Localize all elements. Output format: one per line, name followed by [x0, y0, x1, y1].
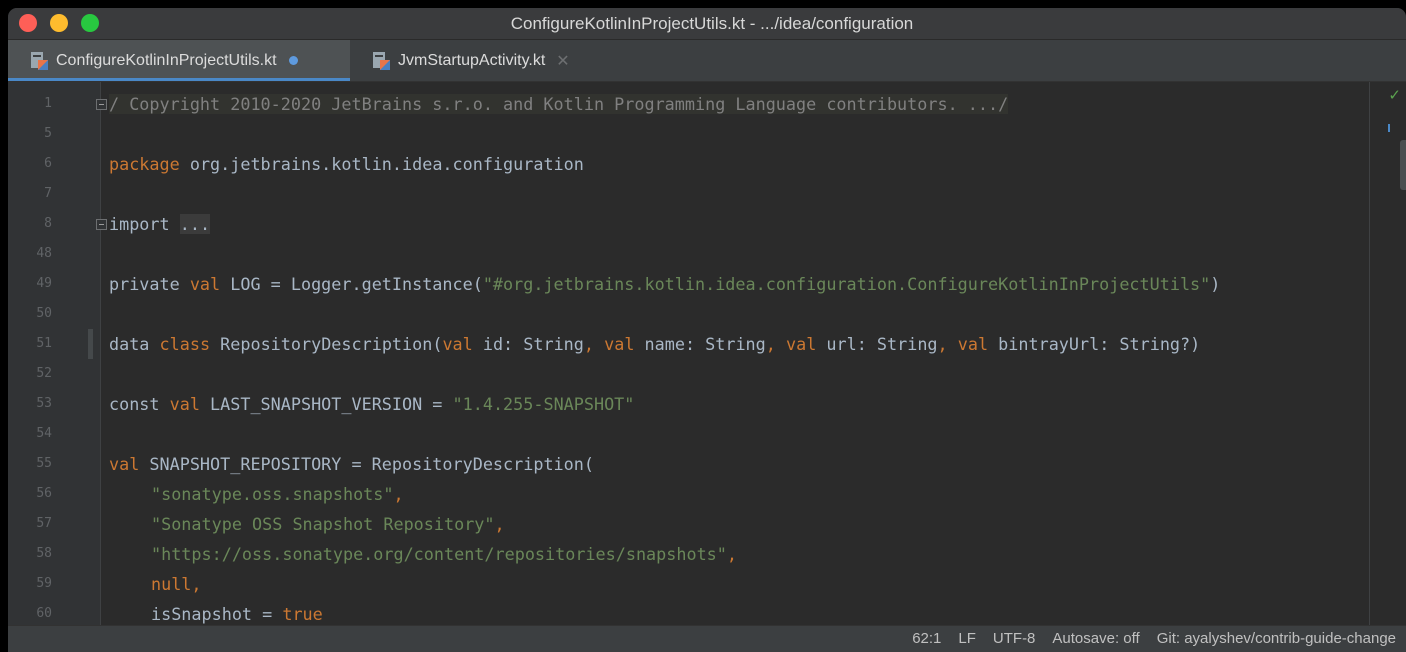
- code-line-58: "https://oss.sonatype.org/content/reposi…: [151, 539, 737, 569]
- line-number: 51: [36, 336, 52, 351]
- line-separator[interactable]: LF: [958, 630, 976, 647]
- code-text: data: [109, 334, 160, 354]
- editor-scrollbar[interactable]: ✓: [1369, 82, 1406, 625]
- code-line-57: "Sonatype OSS Snapshot Repository",: [151, 509, 505, 539]
- line-number: 5: [44, 126, 52, 141]
- keyword: package: [109, 154, 180, 174]
- code-text: org.jetbrains.kotlin.idea.configuration: [179, 154, 584, 174]
- keyword: val: [785, 334, 817, 354]
- code-area[interactable]: / Copyright 2010-2020 JetBrains s.r.o. a…: [109, 82, 1366, 625]
- comma: ,: [937, 334, 958, 354]
- line-number: 48: [36, 246, 52, 261]
- string-literal: "1.4.255-SNAPSHOT": [452, 394, 635, 414]
- keyword: true: [282, 604, 323, 624]
- code-line-59: null,: [151, 569, 202, 599]
- keyword: class: [159, 334, 211, 354]
- string-literal: "sonatype.oss.snapshots": [151, 484, 394, 504]
- code-line-49: private val LOG = Logger.getInstance("#o…: [109, 269, 1220, 299]
- keyword: val: [442, 334, 473, 354]
- line-number: 8: [44, 216, 52, 231]
- kotlin-file-icon: [31, 51, 48, 70]
- line-number: 57: [36, 516, 52, 531]
- line-number: 54: [36, 426, 52, 441]
- fold-toggle-icon[interactable]: [96, 99, 107, 110]
- change-marker[interactable]: [88, 329, 93, 359]
- ide-window: ConfigureKotlinInProjectUtils.kt - .../i…: [8, 8, 1406, 652]
- keyword: null: [151, 574, 192, 594]
- code-line-53: const val LAST_SNAPSHOT_VERSION = "1.4.2…: [109, 389, 634, 419]
- folded-imports[interactable]: ...: [179, 214, 211, 234]
- code-line-51: data class RepositoryDescription(val id:…: [109, 329, 1200, 359]
- line-number: 7: [44, 186, 52, 201]
- window-title: ConfigureKotlinInProjectUtils.kt - .../i…: [510, 14, 914, 33]
- file-encoding[interactable]: UTF-8: [993, 630, 1036, 647]
- keyword: val: [109, 454, 140, 474]
- comma: ,: [494, 514, 505, 534]
- close-tab-icon[interactable]: ✕: [556, 51, 569, 71]
- keyword: import: [109, 214, 170, 234]
- string-literal: "#org.jetbrains.kotlin.idea.configuratio…: [482, 274, 1211, 294]
- comma: ,: [765, 334, 786, 354]
- line-number: 1: [44, 96, 52, 111]
- line-number: 55: [36, 456, 52, 471]
- code-text: url: String: [816, 334, 938, 354]
- title-bar: ConfigureKotlinInProjectUtils.kt - .../i…: [8, 8, 1406, 40]
- code-text: id: String: [472, 334, 584, 354]
- code-line-1: / Copyright 2010-2020 JetBrains s.r.o. a…: [109, 89, 1009, 119]
- code-text: name: String: [634, 334, 766, 354]
- code-line-8: import ...: [109, 209, 211, 239]
- code-text: SNAPSHOT_REPOSITORY = RepositoryDescript…: [139, 454, 594, 474]
- tab-label: JvmStartupActivity.kt: [398, 51, 546, 69]
- code-text: isSnapshot =: [151, 604, 283, 624]
- inspection-ok-icon[interactable]: ✓: [1388, 86, 1401, 104]
- fold-toggle-icon[interactable]: [96, 219, 107, 230]
- string-literal: "https://oss.sonatype.org/content/reposi…: [151, 544, 727, 564]
- tab-jvmstartupactivity[interactable]: JvmStartupActivity.kt ✕: [360, 40, 600, 81]
- caret-position[interactable]: 62:1: [912, 630, 941, 647]
- line-number: 6: [44, 156, 52, 171]
- code-text: LOG = Logger.getInstance(: [220, 274, 483, 294]
- status-bar: 62:1 LF UTF-8 Autosave: off Git: ayalysh…: [8, 625, 1406, 652]
- line-number: 56: [36, 486, 52, 501]
- comma: ,: [191, 574, 202, 594]
- code-text: const: [109, 394, 170, 414]
- autosave-status[interactable]: Autosave: off: [1052, 630, 1139, 647]
- code-text: RepositoryDescription(: [210, 334, 443, 354]
- keyword: val: [957, 334, 989, 354]
- code-text: bintrayUrl: String?): [988, 334, 1201, 354]
- line-number: 59: [36, 576, 52, 591]
- keyword: val: [189, 274, 221, 294]
- code-text: private: [109, 274, 190, 294]
- comma: ,: [583, 334, 605, 354]
- editor-tab-bar: ConfigureKotlinInProjectUtils.kt JvmStar…: [8, 40, 1406, 82]
- string-literal: "Sonatype OSS Snapshot Repository": [151, 514, 495, 534]
- line-number: 50: [36, 306, 52, 321]
- modified-indicator-icon: [288, 56, 298, 65]
- tab-configurekotlininprojectutils[interactable]: ConfigureKotlinInProjectUtils.kt: [8, 40, 350, 81]
- comma: ,: [393, 484, 404, 504]
- line-number: 53: [36, 396, 52, 411]
- code-line-55: val SNAPSHOT_REPOSITORY = RepositoryDesc…: [109, 449, 594, 479]
- tab-label: ConfigureKotlinInProjectUtils.kt: [56, 51, 277, 69]
- kotlin-file-icon: [373, 51, 390, 70]
- keyword: val: [604, 334, 635, 354]
- scrollbar-thumb[interactable]: [1400, 140, 1406, 190]
- folded-comment[interactable]: / Copyright 2010-2020 JetBrains s.r.o. a…: [109, 94, 1009, 114]
- git-branch[interactable]: Git: ayalyshev/contrib-guide-change: [1157, 630, 1396, 647]
- line-number: 49: [36, 276, 52, 291]
- code-line-56: "sonatype.oss.snapshots",: [151, 479, 404, 509]
- scroll-marker[interactable]: [1388, 124, 1390, 132]
- keyword: val: [169, 394, 200, 414]
- code-text: ): [1210, 274, 1221, 294]
- line-number: 58: [36, 546, 52, 561]
- line-number-gutter: 1 5 6 7 8 48 49 50 51 52 53 54 55 56 57 …: [8, 82, 107, 625]
- code-line-6: package org.jetbrains.kotlin.idea.config…: [109, 149, 584, 179]
- comma: ,: [726, 544, 737, 564]
- line-number: 52: [36, 366, 52, 381]
- code-text: LAST_SNAPSHOT_VERSION =: [199, 394, 453, 414]
- code-editor[interactable]: 1 5 6 7 8 48 49 50 51 52 53 54 55 56 57 …: [8, 82, 1406, 625]
